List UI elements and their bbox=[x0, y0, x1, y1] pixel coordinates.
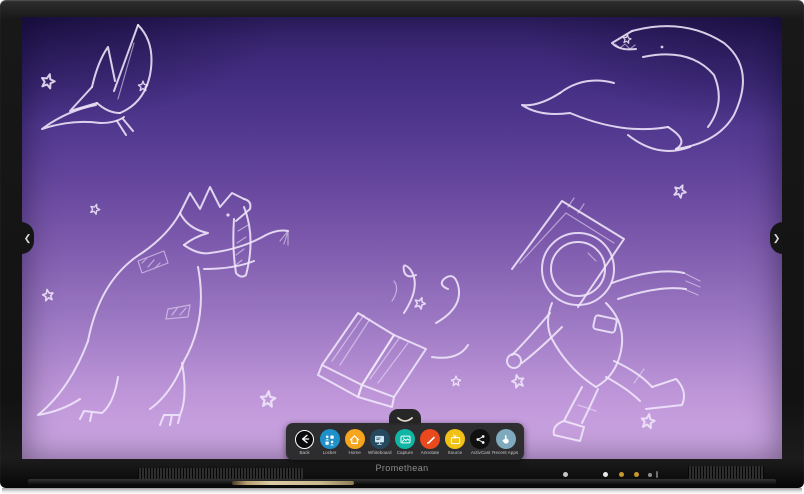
capture-image-icon bbox=[395, 429, 415, 449]
home-icon bbox=[345, 429, 365, 449]
stylus-pen bbox=[232, 481, 354, 485]
drawing-sea-monster bbox=[522, 26, 743, 151]
drawing-triceratops-unicorn bbox=[38, 187, 288, 425]
activpanel-device: ❮ ❯ Back Locker bbox=[0, 0, 804, 494]
promethean-logo: Promethean bbox=[0, 463, 804, 473]
panel-shadow bbox=[2, 488, 802, 494]
whiteboard-canvas[interactable] bbox=[22, 17, 782, 459]
activcast-share-icon bbox=[470, 429, 490, 449]
taskbar-item-locker[interactable]: Locker bbox=[317, 429, 342, 456]
drawing-pterodactyl bbox=[42, 25, 152, 135]
taskbar-item-source[interactable]: Source bbox=[443, 429, 468, 456]
locker-grid-icon bbox=[320, 429, 340, 449]
whiteboard-icon bbox=[370, 429, 390, 449]
source-input-icon bbox=[445, 429, 465, 449]
taskbar-item-whiteboard[interactable]: Whiteboard bbox=[367, 429, 392, 456]
chalk-drawings bbox=[22, 17, 782, 459]
taskbar-item-capture[interactable]: Capture bbox=[393, 429, 418, 456]
taskbar-item-recent-apps[interactable]: Recent Apps bbox=[493, 429, 518, 456]
taskbar-item-annotate[interactable]: Annotate bbox=[418, 429, 443, 456]
recent-apps-hand-icon bbox=[496, 429, 516, 449]
taskbar-item-back[interactable]: Back bbox=[292, 430, 317, 456]
drawing-magic-book bbox=[318, 265, 468, 407]
pen-tray bbox=[28, 479, 776, 487]
right-flyout-tab[interactable]: ❯ bbox=[770, 222, 783, 254]
annotate-pen-icon bbox=[420, 429, 440, 449]
taskbar-item-activcast[interactable]: ActivCast bbox=[468, 429, 493, 456]
status-led bbox=[648, 473, 652, 477]
drawing-stars bbox=[40, 34, 688, 428]
taskbar: Back Locker Home bbox=[286, 423, 524, 460]
chevron-left-icon: ❮ bbox=[24, 233, 32, 244]
chevron-right-icon: ❯ bbox=[773, 233, 781, 244]
drawing-astronaut bbox=[507, 198, 700, 441]
taskbar-item-home[interactable]: Home bbox=[342, 429, 367, 456]
back-arrow-icon bbox=[295, 430, 314, 449]
